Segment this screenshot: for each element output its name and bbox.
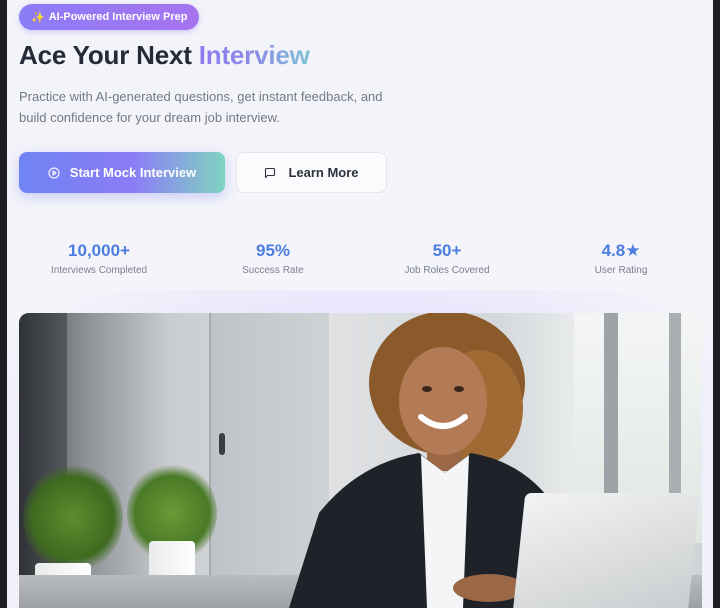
stat-value: 4.8★ [601,241,641,260]
hero-laptop [512,493,701,608]
learn-more-label: Learn More [288,165,359,180]
title-prefix: Ace Your Next [19,40,199,70]
stat-value: 95% [255,241,291,260]
badge-label: AI-Powered Interview Prep [48,11,188,23]
landing-page: ✨ AI-Powered Interview Prep Ace Your Nex… [7,0,713,608]
title-accent: Interview [198,40,310,70]
sparkles-icon: ✨ [31,11,45,24]
start-mock-interview-button[interactable]: Start Mock Interview [19,152,225,193]
stat-value: 50+ [432,241,462,260]
page-subtitle: Practice with AI-generated questions, ge… [19,89,383,125]
ai-badge: ✨ AI-Powered Interview Prep [19,4,200,30]
stat-label: Success Rate [242,265,304,276]
start-mock-interview-label: Start Mock Interview [69,165,197,180]
stat-job-roles: 50+ Job Roles Covered [367,240,527,279]
stat-user-rating: 4.8★ User Rating [541,240,701,279]
message-square-icon [264,167,276,179]
stat-label: User Rating [594,265,648,276]
stat-value: 10,000+ [68,241,130,260]
learn-more-button[interactable]: Learn More [236,152,387,193]
stat-label: Interviews Completed [50,265,148,276]
stat-success-rate: 95% Success Rate [193,240,353,279]
play-circle-icon [48,166,60,179]
stat-interviews-completed: 10,000+ Interviews Completed [19,240,179,279]
page-title: Ace Your Next Interview [19,40,310,71]
stat-label: Job Roles Covered [404,265,490,276]
hero-image [19,313,702,608]
stats-row: 10,000+ Interviews Completed 95% Success… [7,240,713,284]
